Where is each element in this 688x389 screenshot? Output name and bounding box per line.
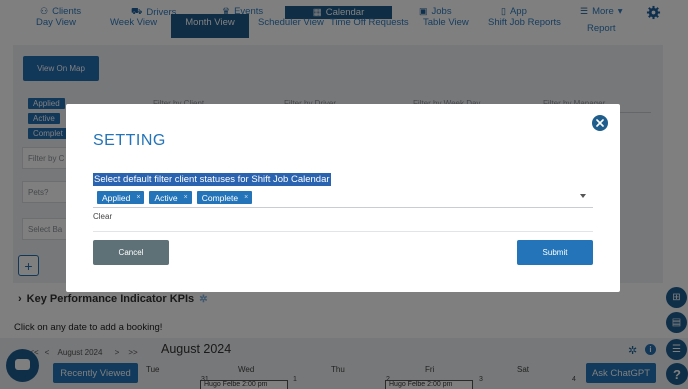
- submit-button[interactable]: Submit: [517, 240, 593, 265]
- remove-chip-icon[interactable]: ×: [184, 194, 188, 201]
- chip-label: Applied: [102, 192, 131, 203]
- settings-modal: SETTING Select default filter client sta…: [66, 104, 620, 292]
- client-status-multiselect[interactable]: Applied × Active × Complete ×: [93, 188, 593, 208]
- remove-chip-icon[interactable]: ×: [136, 194, 140, 201]
- chip-label: Active: [154, 192, 178, 203]
- cancel-button[interactable]: Cancel: [93, 240, 169, 265]
- chip-active: Active ×: [149, 191, 192, 204]
- chip-applied: Applied ×: [97, 191, 145, 204]
- close-icon: [596, 119, 604, 127]
- chip-label: Complete: [201, 192, 239, 203]
- divider: [93, 231, 593, 232]
- chip-complete: Complete ×: [196, 191, 253, 204]
- dropdown-arrow-icon[interactable]: [580, 194, 586, 198]
- filter-status-label: Select default filter client statuses fo…: [93, 173, 331, 186]
- modal-title: SETTING: [93, 132, 166, 149]
- clear-link[interactable]: Clear: [93, 212, 112, 221]
- close-button[interactable]: [592, 115, 608, 131]
- remove-chip-icon[interactable]: ×: [244, 194, 248, 201]
